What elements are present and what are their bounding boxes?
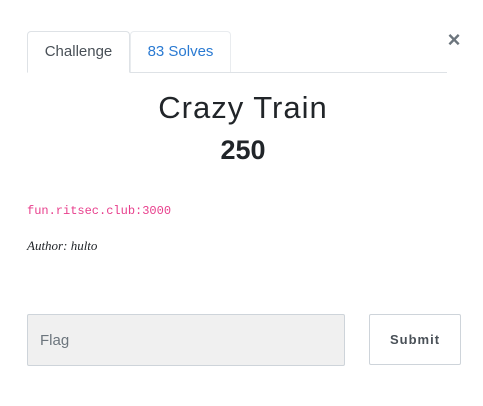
challenge-value: 250 — [220, 135, 266, 165]
close-icon[interactable]: × — [445, 29, 463, 51]
submit-button[interactable]: Submit — [369, 314, 461, 365]
challenge-connection: fun.ritsec.club:3000 — [27, 204, 172, 218]
tab-solves[interactable]: 83 Solves — [130, 31, 231, 72]
tab-challenge[interactable]: Challenge — [27, 31, 130, 73]
challenge-author: Author: hulto — [27, 238, 98, 253]
challenge-title: Crazy Train — [158, 90, 328, 125]
flag-input[interactable] — [27, 314, 345, 366]
challenge-tabs: Challenge 83 Solves — [27, 31, 447, 73]
challenge-modal: × Challenge 83 Solves Crazy Train 250 fu… — [0, 0, 483, 406]
